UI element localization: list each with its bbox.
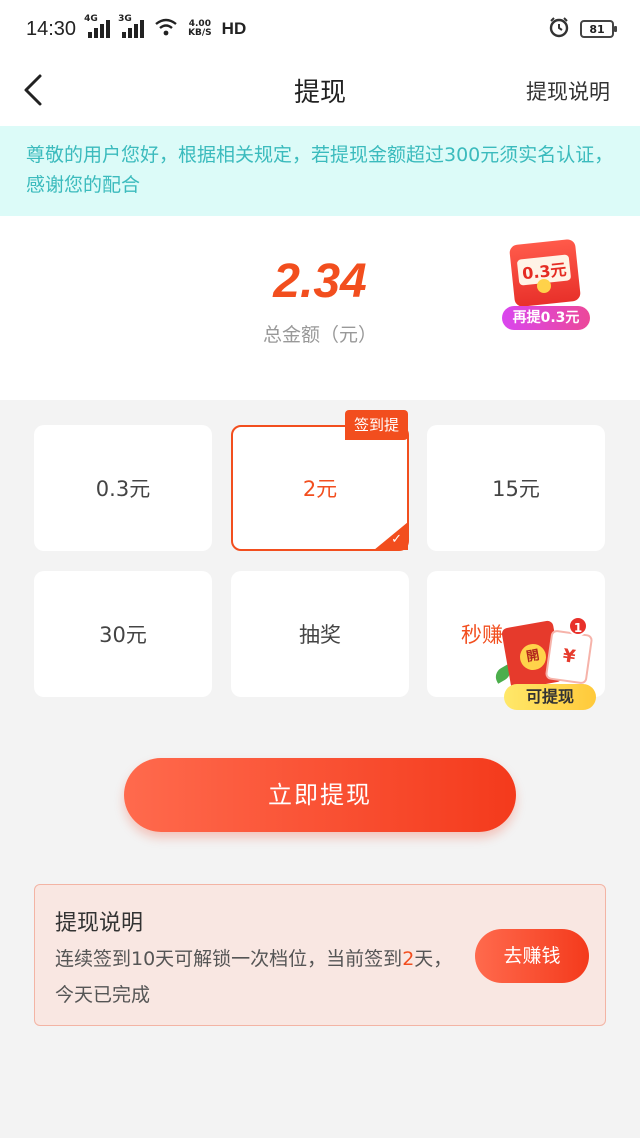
signin-ribbon-badge: 签到提 <box>345 410 409 440</box>
promo-tag: 再提0.3元 <box>502 306 590 330</box>
verification-notice: 尊敬的用户您好，根据相关规定，若提现金额超过300元须实名认证，感谢您的配合 <box>0 126 640 216</box>
info-text: 连续签到10天可解锁一次档位，当前签到2天，今天已完成 <box>55 948 453 1006</box>
check-icon: ✓ <box>391 532 402 547</box>
coin-icon <box>537 279 551 293</box>
hd-indicator: HD <box>221 19 247 38</box>
go-earn-button[interactable]: 去赚钱 <box>475 929 589 983</box>
battery-icon: 81 <box>580 20 617 38</box>
signal-3g-icon: 3G <box>118 14 145 38</box>
red-envelope-promo[interactable]: 0.3元 再提0.3元 <box>500 238 592 334</box>
signin-days: 2 <box>402 948 415 970</box>
network-speed: 4.00 KB/S <box>188 19 212 38</box>
option-card-0-3[interactable]: 0.3元 <box>34 425 212 551</box>
status-bar: 14:30 4G 3G 4.00 KB/S HD 81 <box>0 0 640 58</box>
option-card-30[interactable]: 30元 <box>34 571 212 697</box>
option-label: 0.3元 <box>95 477 151 501</box>
option-card-2-selected[interactable]: 2元 ✓ <box>231 425 409 551</box>
option-label: 抽奖 <box>299 623 341 647</box>
info-title: 提现说明 <box>55 911 144 936</box>
balance-summary: 2.34 总金额（元） 0.3元 再提0.3元 <box>0 216 640 400</box>
nav-bar: 提现 提现说明 <box>0 58 640 126</box>
signal-4g-icon: 4G <box>84 14 111 38</box>
option-label: 30元 <box>99 623 147 647</box>
withdraw-now-button[interactable]: 立即提现 <box>124 758 516 832</box>
option-card-lottery[interactable]: 抽奖 <box>231 571 409 697</box>
alarm-icon <box>548 16 570 43</box>
floating-red-envelope-ad[interactable]: 開 ¥ 1 可提现 <box>492 610 604 716</box>
option-label: 2元 <box>302 477 338 501</box>
option-card-15[interactable]: 15元 <box>427 425 605 551</box>
notification-badge: 1 <box>568 616 588 636</box>
status-time: 14:30 <box>26 17 77 40</box>
wifi-icon <box>154 18 178 41</box>
option-label: 15元 <box>492 477 540 501</box>
withdraw-info-panel: 提现说明 连续签到10天可解锁一次档位，当前签到2天，今天已完成 去赚钱 <box>34 884 606 1026</box>
withdrawable-label: 可提现 <box>504 684 596 710</box>
back-icon[interactable] <box>18 70 58 110</box>
withdraw-help-link[interactable]: 提现说明 <box>526 76 610 106</box>
coupon-icon: ¥ <box>544 629 594 685</box>
